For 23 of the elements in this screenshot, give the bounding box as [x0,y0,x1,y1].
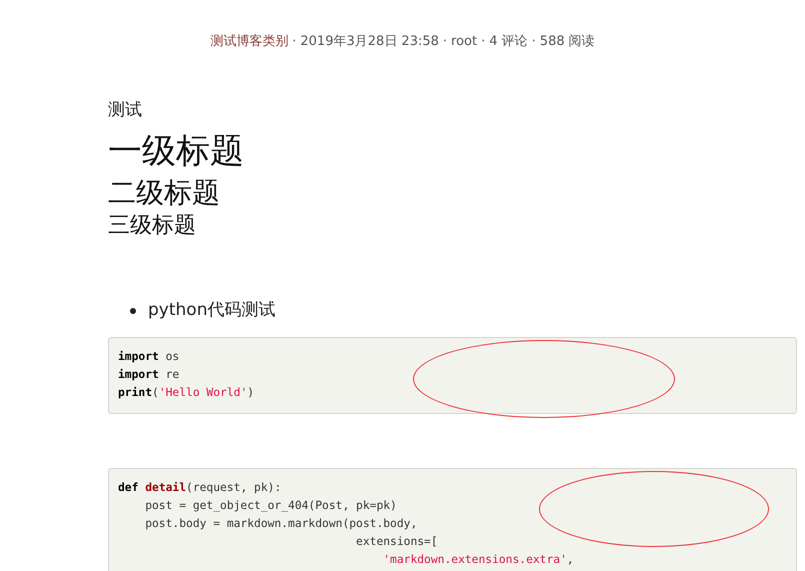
category-link[interactable]: 测试博客类别 [210,34,288,49]
code-line: 'markdown.extensions.extra', [382,552,574,568]
heading-level-3: 三级标题 [108,213,197,240]
code-line: def detail(request, pk): [118,480,282,496]
heading-level-2: 二级标题 [108,176,221,210]
post-meta-text: root [451,34,478,49]
paragraph-text: 测试 [108,98,143,122]
separator-dot: · [481,34,486,49]
code-line: import re [118,367,180,384]
code-line: import os [118,349,180,366]
post-meta-text: 2019年3月28日 23:58 [300,34,439,49]
separator-dot: · [442,34,448,49]
list-item-text: python代码测试 [148,298,276,322]
code-line: post.body = markdown.markdown(post.body, [144,516,418,532]
post-meta-text: 4 评论 [489,34,528,49]
separator-dot: · [292,34,296,49]
heading-level-1: 一级标题 [108,131,245,172]
separator-dot: · [532,34,536,49]
code-line: extensions=[ [355,534,438,550]
code-line: print('Hello World') [118,385,254,402]
post-meta-text: 588 阅读 [540,34,595,49]
code-line: post = get_object_or_404(Post, pk=pk) [144,498,397,514]
bullet-icon [130,308,136,314]
